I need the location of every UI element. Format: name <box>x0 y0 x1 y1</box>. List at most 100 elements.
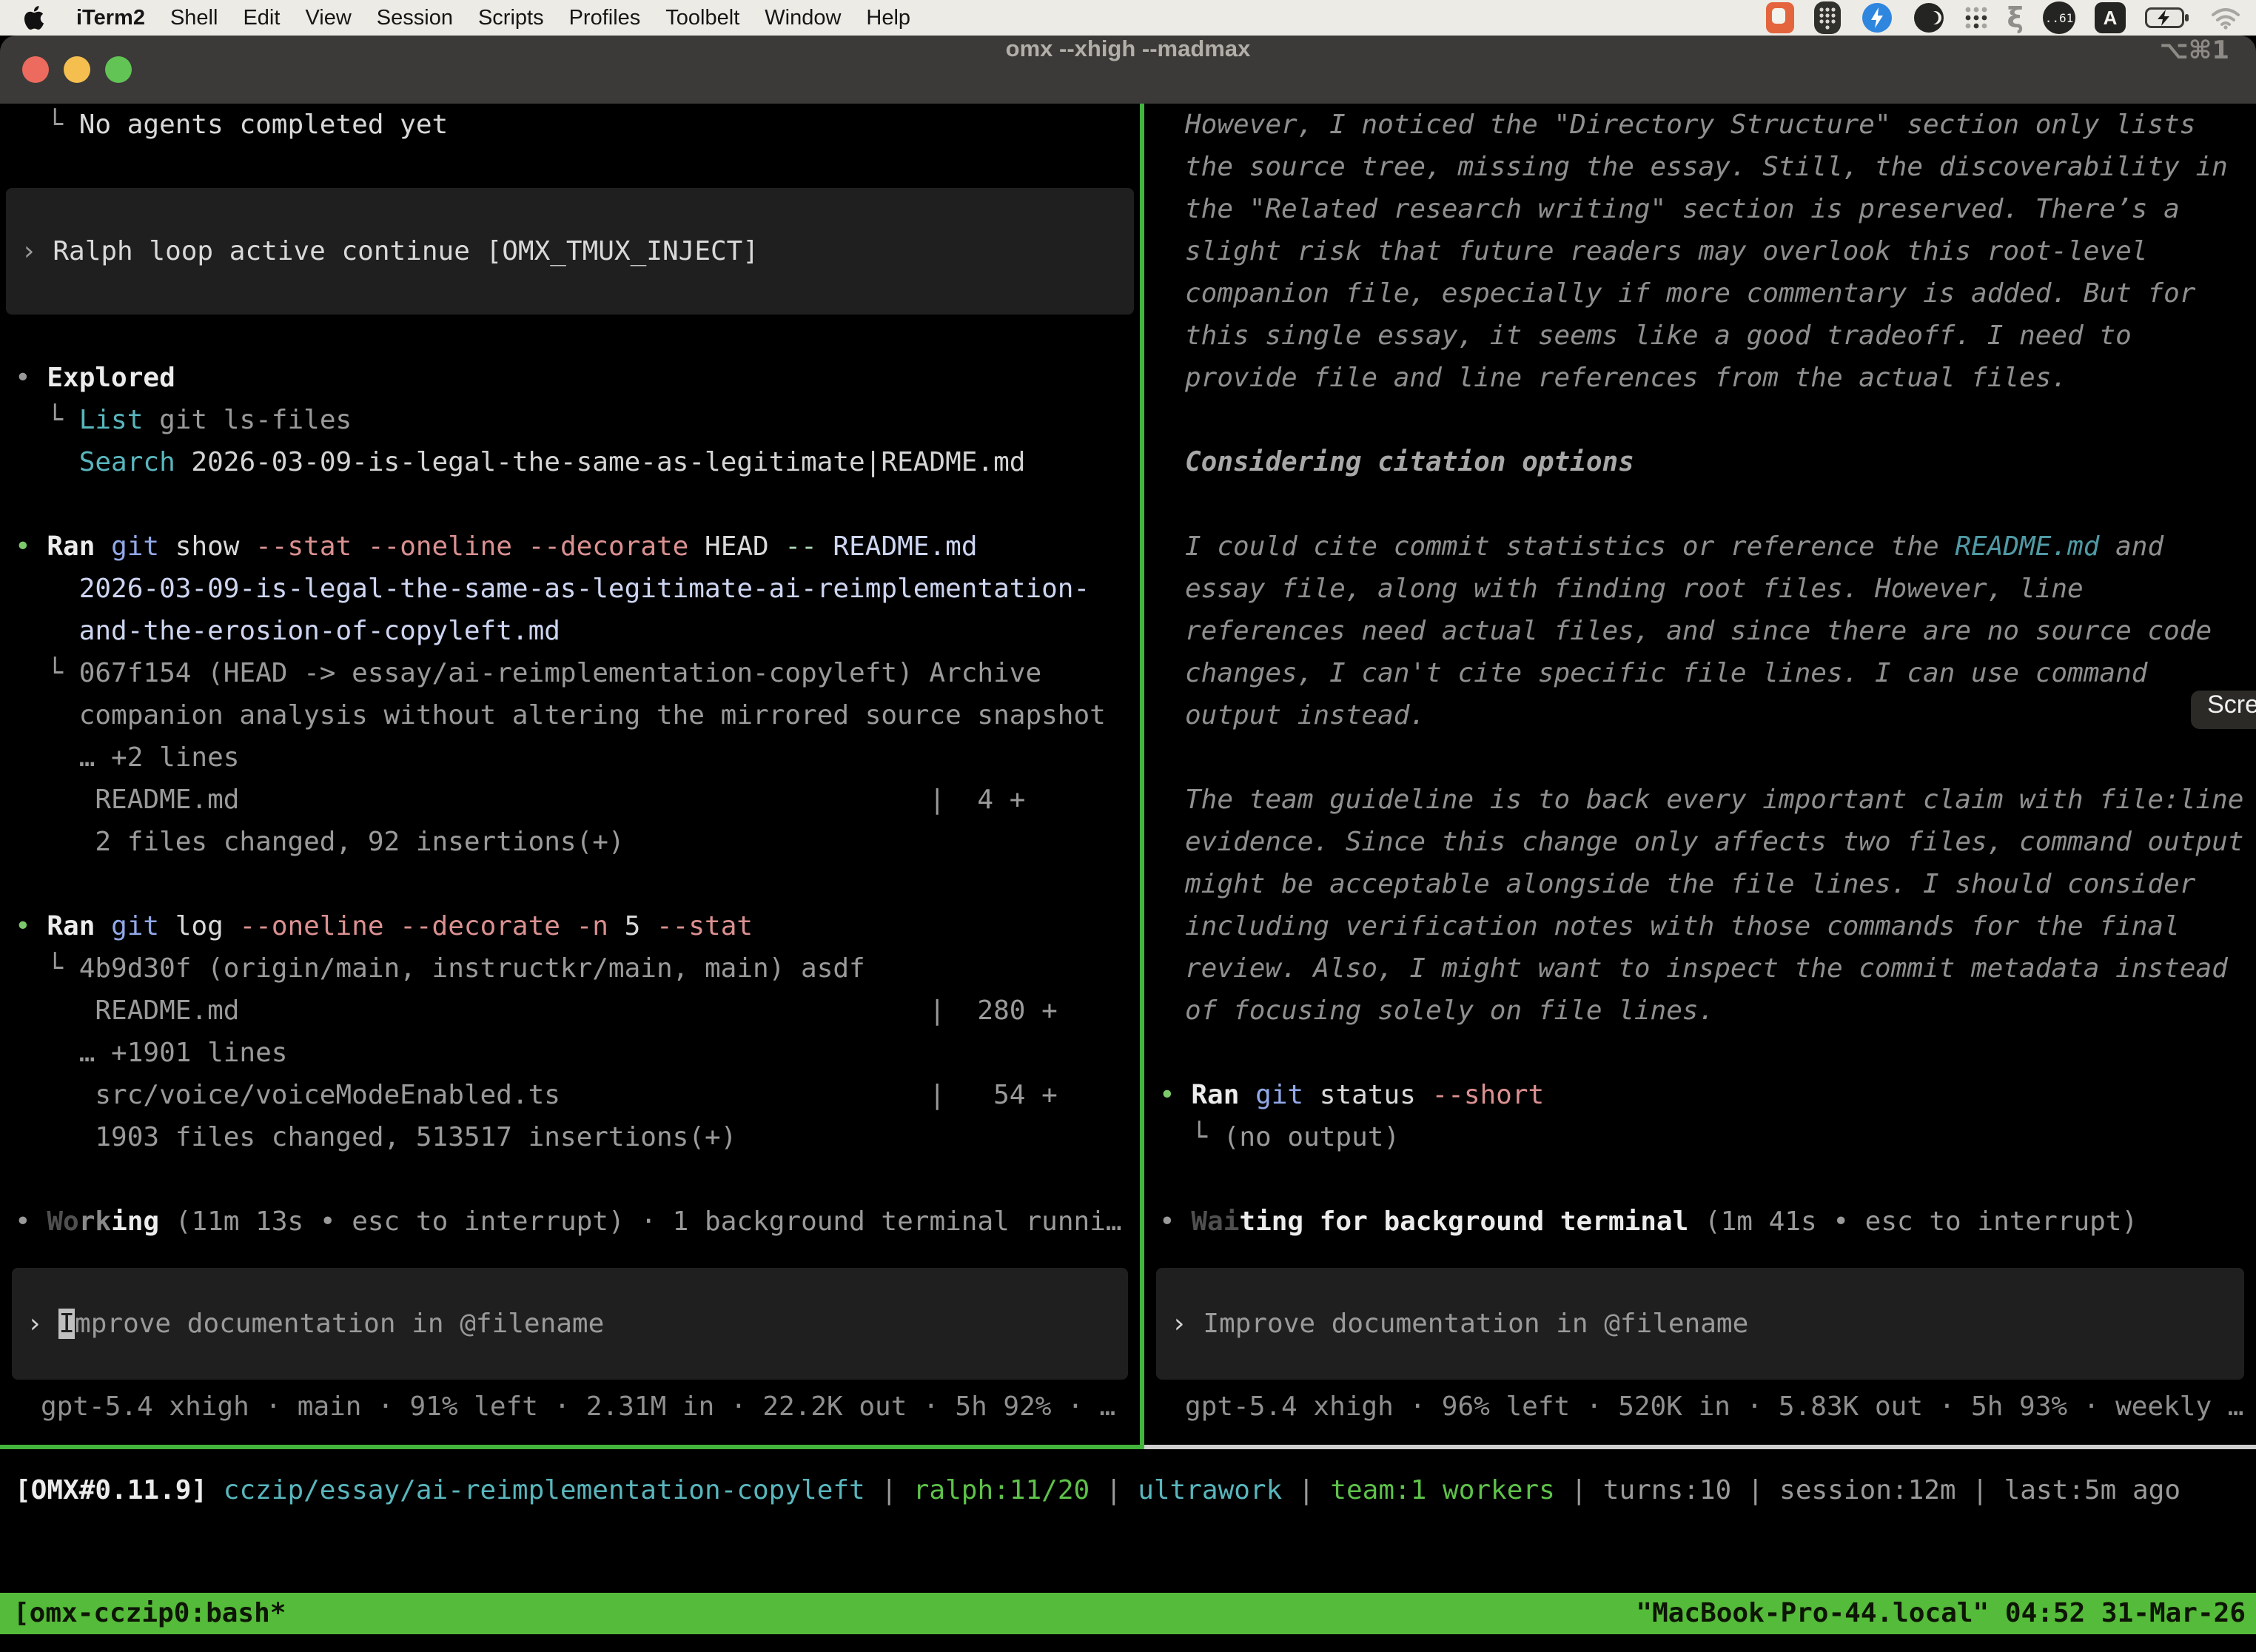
terminal-line <box>0 315 1140 357</box>
terminal-line: the source tree, missing the essay. Stil… <box>1144 146 2256 188</box>
terminal-line: • Ran git status --short <box>1144 1074 2256 1116</box>
terminal-line: … +2 lines <box>0 736 1140 779</box>
menu-item-profiles[interactable]: Profiles <box>557 6 654 30</box>
text-segment: • <box>1159 1080 1191 1110</box>
terminal-line: src/voice/voiceModeEnabled.ts | 54 + <box>0 1074 1140 1116</box>
text-segment: 1903 files changed, 513517 insertions(+) <box>15 1122 736 1152</box>
terminal-line <box>1144 399 2256 441</box>
text-segment: Considering citation options <box>1185 447 1634 477</box>
terminal-line <box>0 863 1140 905</box>
text-segment: | <box>865 1475 913 1505</box>
text-segment: Wo <box>47 1206 78 1237</box>
inline-prompt-box[interactable]: › Ralph loop active continue [OMX_TMUX_I… <box>6 188 1134 315</box>
keypad-shield-icon[interactable] <box>1813 1 1842 35</box>
apple-menu-icon[interactable] <box>22 6 46 30</box>
menu-item-scripts[interactable]: Scripts <box>466 6 557 30</box>
countdown-circle-icon[interactable]: ..61 <box>2043 1 2075 34</box>
text-segment: Ran <box>47 531 111 562</box>
menu-item-shell[interactable]: Shell <box>158 6 231 30</box>
menu-item-iterm2[interactable]: iTerm2 <box>64 6 158 30</box>
crescent-circle-icon[interactable] <box>1913 1 1945 34</box>
terminal-line: • Ran git show --stat --oneline --decora… <box>0 526 1140 568</box>
text-segment: provide file and line references from th… <box>1185 363 2067 393</box>
text-segment: 2026-03-09-is-legal-the-same-as-legitima… <box>15 574 1090 604</box>
text-segment: rk <box>79 1206 111 1237</box>
menu-item-toolbelt[interactable]: Toolbelt <box>653 6 752 30</box>
squiggle-icon[interactable]: ξ <box>2007 1 2024 34</box>
terminal-line: review. Also, I might want to inspect th… <box>1144 947 2256 990</box>
prompt-chevron-icon: › <box>1171 1309 1203 1339</box>
terminal-line: 1903 files changed, 513517 insertions(+) <box>0 1116 1140 1158</box>
terminal-line: including verification notes with those … <box>1144 905 2256 947</box>
screen-recording-indicator-icon[interactable] <box>1766 2 1794 33</box>
terminal-line <box>1144 1032 2256 1074</box>
left-prompt-input[interactable]: › Improve documentation in @filename <box>12 1268 1128 1380</box>
lightning-badge-icon[interactable] <box>1861 1 1893 34</box>
text-segment: ing <box>111 1206 159 1237</box>
right-tmux-pane[interactable]: However, I noticed the "Directory Struct… <box>1144 104 2256 1449</box>
wifi-icon[interactable] <box>2210 6 2241 30</box>
terminal-line: └ No agents completed yet <box>0 104 1140 146</box>
tmux-session-name[interactable]: [omx-cczip0:bash* <box>0 1593 286 1634</box>
menu-item-window[interactable]: Window <box>752 6 853 30</box>
text-segment: Ran <box>1191 1080 1255 1110</box>
right-session-stats: gpt-5.4 xhigh · 96% left · 520K in · 5.8… <box>1144 1386 2256 1428</box>
text-segment: However, I noticed the "Directory Struct… <box>1185 110 2195 140</box>
text-segment: and <box>2099 531 2163 562</box>
text-segment: references need actual files, and since … <box>1185 616 2212 646</box>
window-titlebar[interactable]: omx --xhigh --madmax ⌥⌘1 <box>0 36 2256 104</box>
prompt-line: › Improve documentation in @filename <box>12 1303 1128 1345</box>
left-transcript: └ No agents completed yet › Ralph loop ac… <box>0 104 1140 1243</box>
text-segment: … +1901 lines <box>15 1038 287 1068</box>
text-segment: --short <box>1431 1080 1544 1110</box>
terminal-line: README.md | 280 + <box>0 990 1140 1032</box>
left-tmux-pane[interactable]: └ No agents completed yet › Ralph loop ac… <box>0 104 1140 1449</box>
menu-item-edit[interactable]: Edit <box>230 6 292 30</box>
tmux-status-bar: [omx-cczip0:bash* "MacBook-Pro-44.local"… <box>0 1593 2256 1634</box>
terminal-line: └ 067f154 (HEAD -> essay/ai-reimplementa… <box>0 652 1140 694</box>
text-segment: └ 4b9d30f (origin/main, instructkr/main,… <box>15 953 865 984</box>
text-segment: --oneline --decorate -n <box>239 911 624 941</box>
input-source-icon[interactable]: A <box>2095 2 2126 33</box>
text-segment: the "Related research writing" section i… <box>1185 194 2180 224</box>
text-segment: ting for background terminal <box>1239 1206 1688 1237</box>
text-segment: team:1 workers <box>1330 1475 1554 1505</box>
text-segment: └ 067f154 (HEAD -> essay/ai-reimplementa… <box>15 658 1041 688</box>
text-segment: … +2 lines <box>15 742 239 773</box>
iterm-window: omx --xhigh --madmax ⌥⌘1 └ No agents com… <box>0 36 2256 1652</box>
text-segment: changes, I can't cite specific file line… <box>1185 658 2147 688</box>
text-segment: of focusing solely on file lines. <box>1185 995 1714 1026</box>
terminal-line: this single essay, it seems like a good … <box>1144 315 2256 357</box>
text-segment: └ <box>15 405 79 435</box>
text-segment: 5 <box>625 911 657 941</box>
terminal-line <box>0 1158 1140 1201</box>
terminal-line: • Working (11m 13s • esc to interrupt) ·… <box>0 1201 1140 1243</box>
terminal-line: The team guideline is to back every impo… <box>1144 779 2256 821</box>
text-segment: git <box>111 531 175 562</box>
menu-item-view[interactable]: View <box>292 6 363 30</box>
terminal-line: essay file, along with finding root file… <box>1144 568 2256 610</box>
menu-item-session[interactable]: Session <box>364 6 466 30</box>
text-cursor: I <box>58 1309 75 1339</box>
screen-tooltip: Scre <box>2191 691 2256 729</box>
menu-item-help[interactable]: Help <box>853 6 923 30</box>
terminal-line: However, I noticed the "Directory Struct… <box>1144 104 2256 146</box>
right-transcript: However, I noticed the "Directory Struct… <box>1144 104 2256 1243</box>
text-segment: Ran <box>47 911 111 941</box>
text-segment: | <box>1090 1475 1138 1505</box>
text-segment: Explored <box>47 363 175 393</box>
terminal-line: Search 2026-03-09-is-legal-the-same-as-l… <box>0 441 1140 483</box>
right-prompt-input[interactable]: › Improve documentation in @filename <box>1156 1268 2244 1380</box>
battery-icon[interactable] <box>2145 7 2191 29</box>
text-segment: --stat --oneline --decorate <box>255 531 705 562</box>
terminal-line: › Ralph loop active continue [OMX_TMUX_I… <box>6 230 1134 272</box>
text-segment: (1m 41s • esc to interrupt) <box>1688 1206 2138 1237</box>
text-segment: README.md | 4 + <box>15 785 1025 815</box>
text-segment: output instead. <box>1185 700 1426 731</box>
text-segment: README.md | 280 + <box>15 995 1058 1026</box>
dots-grid-icon[interactable] <box>1964 6 1988 30</box>
text-segment: • <box>1159 1206 1191 1237</box>
text-segment: git ls-files <box>143 405 352 435</box>
terminal-line: changes, I can't cite specific file line… <box>1144 652 2256 694</box>
terminal-line: 2 files changed, 92 insertions(+) <box>0 821 1140 863</box>
